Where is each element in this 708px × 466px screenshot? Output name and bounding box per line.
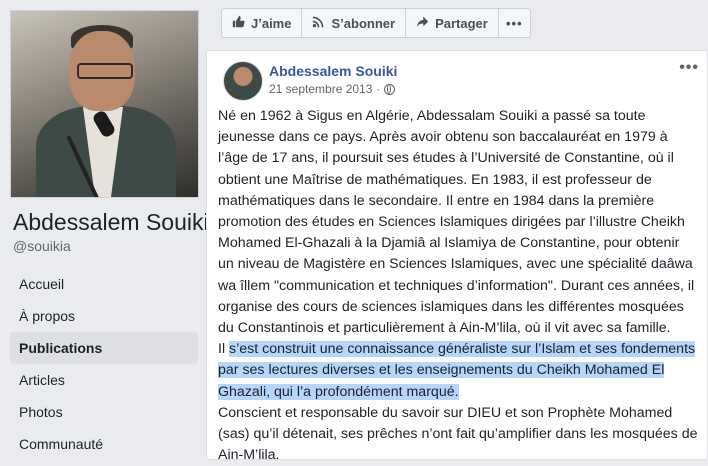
- post-date[interactable]: 21 septembre 2013: [269, 82, 372, 96]
- page-action-bar: J’aime S’abonner Partager •••: [221, 8, 531, 38]
- more-options-button[interactable]: •••: [498, 8, 531, 38]
- subscribe-button[interactable]: S’abonner: [302, 8, 407, 38]
- left-column: Abdessalem Souiki @souikia Accueil À pro…: [0, 0, 209, 455]
- post-meta: 21 septembre 2013 ·: [269, 82, 396, 96]
- meta-separator: ·: [376, 82, 381, 96]
- page-handle[interactable]: @souikia: [13, 238, 71, 254]
- post-highlighted-text: s’est construit une connaissance général…: [218, 341, 696, 400]
- photo-glasses: [77, 63, 133, 79]
- post-menu-button[interactable]: •••: [679, 59, 699, 77]
- share-arrow-icon: [416, 15, 429, 31]
- page-nav: Accueil À propos Publications Articles P…: [10, 268, 198, 460]
- page-name[interactable]: Abdessalem Souiki: [13, 209, 209, 236]
- nav-item-a-propos[interactable]: À propos: [10, 300, 198, 332]
- share-button[interactable]: Partager: [406, 8, 499, 38]
- nav-item-articles[interactable]: Articles: [10, 364, 198, 396]
- subscribe-label: S’abonner: [331, 15, 396, 31]
- post-author[interactable]: Abdessalem Souiki: [269, 63, 397, 79]
- nav-item-photos[interactable]: Photos: [10, 396, 198, 428]
- author-avatar[interactable]: [223, 61, 263, 101]
- rss-icon: [312, 15, 325, 31]
- post-paragraph-2: Il s’est construit une connaissance géné…: [218, 339, 698, 403]
- post-paragraph-3: Conscient et responsable du savoir sur D…: [218, 404, 698, 464]
- like-label: J’aime: [251, 15, 292, 31]
- nav-item-publications[interactable]: Publications: [10, 332, 198, 364]
- like-button[interactable]: J’aime: [221, 8, 303, 38]
- share-label: Partager: [435, 15, 488, 31]
- post-paragraph-1: Né en 1962 à Sigus en Algérie, Abdessala…: [218, 108, 695, 337]
- post-card: Abdessalem Souiki 21 septembre 2013 · ••…: [206, 50, 708, 463]
- nav-item-accueil[interactable]: Accueil: [10, 268, 198, 300]
- thumbs-up-icon: [232, 15, 245, 31]
- profile-photo[interactable]: [10, 10, 199, 198]
- post-paragraph-2-start: Il: [218, 341, 230, 358]
- nav-item-communaute[interactable]: Communauté: [10, 428, 198, 460]
- globe-icon[interactable]: [384, 83, 396, 95]
- post-text: Né en 1962 à Sigus en Algérie, Abdessala…: [218, 106, 698, 466]
